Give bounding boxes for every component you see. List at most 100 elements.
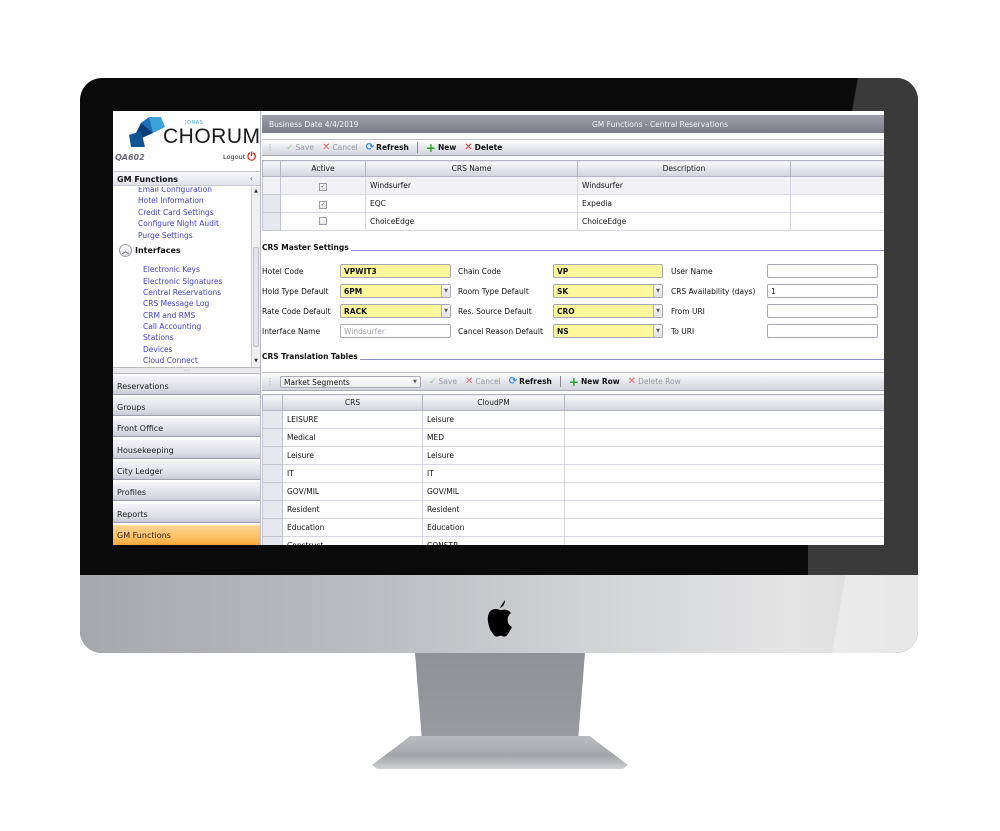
collapse-chevron-icon[interactable]: ‹ xyxy=(250,174,253,183)
column-header-active[interactable]: Active xyxy=(280,160,366,177)
cloudpm-cell[interactable]: MED xyxy=(422,428,565,447)
crs-name-cell[interactable]: Windsurfer xyxy=(365,176,578,195)
module-gm-functions[interactable]: GM Functions xyxy=(113,524,260,545)
sidebar-link-credit-card-settings[interactable]: Credit Card Settings xyxy=(138,208,214,217)
row-selector[interactable] xyxy=(262,176,281,195)
sidebar-link-hotel-information[interactable]: Hotel Information xyxy=(138,196,204,205)
scroll-down-arrow-icon[interactable]: ▼ xyxy=(252,358,260,366)
row-selector[interactable] xyxy=(262,410,283,429)
table-row[interactable]: ✓ Windsurfer Windsurfer xyxy=(262,176,884,195)
translation-refresh-button[interactable]: ⟳ Refresh xyxy=(509,376,552,387)
active-cell[interactable]: ✓ xyxy=(280,176,366,195)
delete-row-button[interactable]: ✕ Delete Row xyxy=(628,376,681,387)
crs-name-cell[interactable]: ChoiceEdge xyxy=(365,212,578,231)
sidebar-link-purge-settings[interactable]: Purge Settings xyxy=(138,231,193,240)
module-reservations[interactable]: Reservations xyxy=(113,375,260,395)
dropdown-arrow-icon[interactable]: ▼ xyxy=(653,325,662,337)
refresh-button[interactable]: ⟳ Refresh xyxy=(366,142,409,153)
translation-table-select[interactable]: Market Segments ▼ xyxy=(280,375,421,388)
sidebar-group-interfaces[interactable]: ︿ Interfaces xyxy=(119,244,181,257)
description-cell[interactable]: Expedia xyxy=(577,194,791,213)
cloudpm-cell[interactable]: Leisure xyxy=(422,446,565,465)
cloudpm-cell[interactable]: CONSTR xyxy=(422,536,565,545)
crs-cell[interactable]: Education xyxy=(282,518,423,537)
cloudpm-cell[interactable]: Education xyxy=(422,518,565,537)
active-checkbox[interactable] xyxy=(319,216,327,225)
sidebar-link-stations[interactable]: Stations xyxy=(143,333,174,342)
active-cell[interactable]: ✓ xyxy=(280,194,366,213)
description-cell[interactable]: Windsurfer xyxy=(577,176,791,195)
cloudpm-cell[interactable]: Leisure xyxy=(422,410,565,429)
row-selector[interactable] xyxy=(262,536,283,545)
scrollbar-thumb[interactable] xyxy=(253,247,259,347)
active-checkbox[interactable]: ✓ xyxy=(319,200,327,209)
sidebar-link-configure-night-audit[interactable]: Configure Night Audit xyxy=(138,219,219,228)
table-row[interactable]: LEISURE Leisure xyxy=(262,410,884,429)
table-row[interactable]: ChoiceEdge ChoiceEdge xyxy=(262,212,884,231)
sidebar-link-crm-and-rms[interactable]: CRM and RMS xyxy=(143,311,195,320)
sidebar-link-crs-message-log[interactable]: CRS Message Log xyxy=(143,299,209,308)
table-row[interactable]: Resident Resident xyxy=(262,500,884,519)
crs-cell[interactable]: Leisure xyxy=(282,446,423,465)
crs-cell[interactable]: GOV/MIL xyxy=(282,482,423,501)
table-row[interactable]: Leisure Leisure xyxy=(262,446,884,465)
sidebar-link-electronic-signatures[interactable]: Electronic Signatures xyxy=(143,277,222,286)
cloudpm-cell[interactable]: GOV/MIL xyxy=(422,482,565,501)
crs-availability-field[interactable]: 1 xyxy=(767,284,878,298)
dropdown-arrow-icon[interactable]: ▼ xyxy=(441,285,450,297)
toolbar-grip[interactable]: ⋮ xyxy=(266,377,274,386)
crs-name-cell[interactable]: EQC xyxy=(365,194,578,213)
dropdown-arrow-icon[interactable]: ▼ xyxy=(441,305,450,317)
column-header-crs-name[interactable]: CRS Name xyxy=(365,160,578,177)
save-button[interactable]: ✓ Save xyxy=(286,143,314,153)
crs-cell[interactable]: Resident xyxy=(282,500,423,519)
table-row[interactable]: Education Education xyxy=(262,518,884,537)
new-row-button[interactable]: + New Row xyxy=(569,376,620,388)
hotel-code-field[interactable]: VPWIT3 xyxy=(340,264,451,278)
module-reports[interactable]: Reports xyxy=(113,503,260,523)
column-header-description[interactable]: Description xyxy=(577,160,791,177)
room-type-select[interactable]: SK ▼ xyxy=(553,284,663,298)
sidebar-link-call-accounting[interactable]: Call Accounting xyxy=(143,322,201,331)
row-selector[interactable] xyxy=(262,482,283,501)
row-selector[interactable] xyxy=(262,464,283,483)
cancel-button[interactable]: ✕ Cancel xyxy=(322,142,358,153)
crs-cell[interactable]: Construct xyxy=(282,536,423,545)
row-selector[interactable] xyxy=(262,500,283,519)
sidebar-link-central-reservations[interactable]: Central Reservations xyxy=(143,288,221,297)
module-front-office[interactable]: Front Office xyxy=(113,417,260,437)
to-uri-field[interactable] xyxy=(767,324,878,338)
row-selector[interactable] xyxy=(262,194,281,213)
res-source-select[interactable]: CRO ▼ xyxy=(553,304,663,318)
sidebar-link-devices[interactable]: Devices xyxy=(143,345,173,354)
row-selector[interactable] xyxy=(262,428,283,447)
translation-cancel-button[interactable]: ✕ Cancel xyxy=(465,376,501,387)
module-city-ledger[interactable]: City Ledger xyxy=(113,460,260,480)
cancel-reason-select[interactable]: NS ▼ xyxy=(553,324,663,338)
row-selector[interactable] xyxy=(262,212,281,231)
row-selector[interactable] xyxy=(262,446,283,465)
toolbar-grip[interactable]: ⋮ xyxy=(266,143,274,152)
logout-button[interactable]: Logout ⏻ xyxy=(223,151,256,162)
sidebar-section-header[interactable]: GM Functions ‹ xyxy=(113,171,260,186)
crs-cell[interactable]: LEISURE xyxy=(282,410,423,429)
crs-cell[interactable]: Medical xyxy=(282,428,423,447)
new-button[interactable]: + New xyxy=(426,142,456,154)
from-uri-field[interactable] xyxy=(767,304,878,318)
sidebar-link-email-configuration[interactable]: Email Configuration xyxy=(138,187,212,194)
table-row[interactable]: GOV/MIL GOV/MIL xyxy=(262,482,884,501)
rate-code-select[interactable]: RACK ▼ xyxy=(340,304,451,318)
translation-save-button[interactable]: ✓ Save xyxy=(429,377,457,387)
dropdown-arrow-icon[interactable]: ▼ xyxy=(653,305,662,317)
module-housekeeping[interactable]: Housekeeping xyxy=(113,439,260,459)
table-row[interactable]: Medical MED xyxy=(262,428,884,447)
table-row[interactable]: ✓ EQC Expedia xyxy=(262,194,884,213)
cloudpm-cell[interactable]: IT xyxy=(422,464,565,483)
cloudpm-cell[interactable]: Resident xyxy=(422,500,565,519)
module-groups[interactable]: Groups xyxy=(113,396,260,416)
row-selector[interactable] xyxy=(262,518,283,537)
column-header-crs[interactable]: CRS xyxy=(282,394,423,411)
column-header-cloudpm[interactable]: CloudPM xyxy=(422,394,565,411)
chain-code-field[interactable]: VP xyxy=(553,264,663,278)
sidebar-splitter[interactable]: .... xyxy=(113,367,260,374)
